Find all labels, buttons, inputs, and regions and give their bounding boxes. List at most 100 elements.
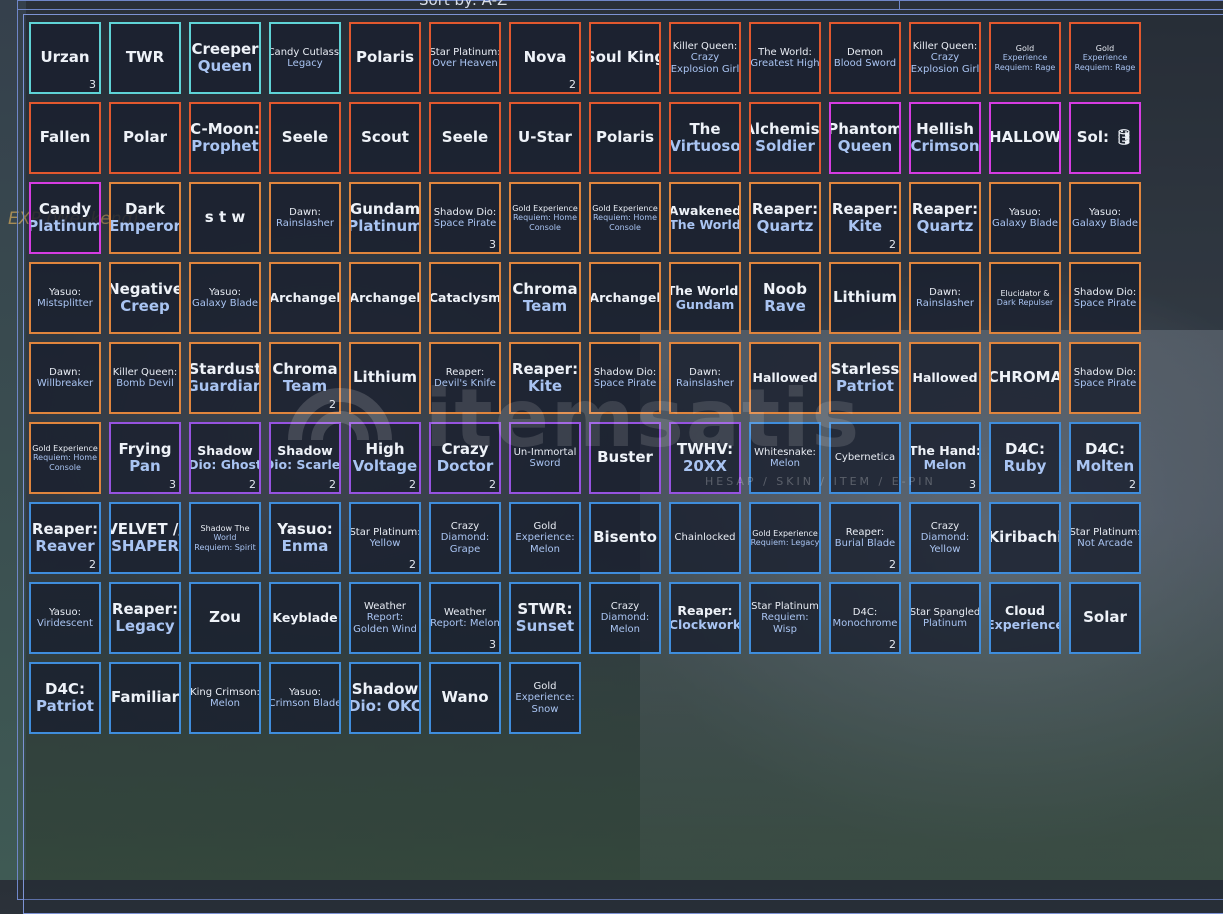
inventory-item[interactable]: Awakened The World <box>669 182 741 254</box>
inventory-item[interactable]: Killer Queen: Bomb Devil <box>109 342 181 414</box>
inventory-item[interactable]: Cybernetica <box>829 422 901 494</box>
inventory-item[interactable]: Sol: 🛢 <box>1069 102 1141 174</box>
inventory-item[interactable]: Archangel <box>269 262 341 334</box>
inventory-item[interactable]: Cataclysm <box>429 262 501 334</box>
inventory-item[interactable]: ShadowDio: Scarlet 2 <box>269 422 341 494</box>
inventory-item[interactable]: Reaper: Kite 2 <box>829 182 901 254</box>
inventory-item[interactable]: Bisento <box>589 502 661 574</box>
inventory-item[interactable]: Shadow Dio: Space Pirate 3 <box>429 182 501 254</box>
inventory-item[interactable]: Polaris <box>349 22 421 94</box>
inventory-item[interactable]: D4C: Monochrome 2 <box>829 582 901 654</box>
inventory-item[interactable]: Gold Experience Requiem: Legacy <box>749 502 821 574</box>
inventory-item[interactable]: Polar <box>109 102 181 174</box>
inventory-item[interactable]: Shadow Dio: Space Pirate <box>589 342 661 414</box>
inventory-item[interactable]: s t w <box>189 182 261 254</box>
sort-bar[interactable]: Sort by: A-Z <box>17 0 1223 10</box>
inventory-item[interactable]: Star Platinum Requiem: Wisp <box>749 582 821 654</box>
inventory-item[interactable]: Gold Experience: Melon <box>509 502 581 574</box>
inventory-item[interactable]: Killer Queen: Crazy Explosion Girl <box>909 22 981 94</box>
inventory-item[interactable]: Crazy Diamond: Grape <box>429 502 501 574</box>
inventory-item[interactable]: AlchemistSoldier <box>749 102 821 174</box>
inventory-item[interactable]: Familiar <box>109 662 181 734</box>
inventory-item[interactable]: Elucidator & Dark Repulser <box>989 262 1061 334</box>
inventory-item[interactable]: Solar <box>1069 582 1141 654</box>
inventory-item[interactable]: The World: Greatest High <box>749 22 821 94</box>
inventory-item[interactable]: Fallen <box>29 102 101 174</box>
inventory-item[interactable]: Polaris <box>589 102 661 174</box>
inventory-item[interactable]: Star Platinum: Over Heaven <box>429 22 501 94</box>
inventory-item[interactable]: Chainlocked <box>669 502 741 574</box>
inventory-item[interactable]: Negative Creep <box>109 262 181 334</box>
inventory-item[interactable]: High Voltage 2 <box>349 422 421 494</box>
inventory-item[interactable]: Gold Experience: Snow <box>509 662 581 734</box>
inventory-item[interactable]: Gold Experience Requiem: Rage <box>1069 22 1141 94</box>
inventory-item[interactable]: HALLOW <box>989 102 1061 174</box>
inventory-item[interactable]: Chroma Team 2 <box>269 342 341 414</box>
inventory-item[interactable]: Reaper: Clockwork <box>669 582 741 654</box>
inventory-item[interactable]: Reaper: Burial Blade 2 <box>829 502 901 574</box>
inventory-item[interactable]: Whitesnake: Melon <box>749 422 821 494</box>
inventory-item[interactable]: Star Platinum: Yellow 2 <box>349 502 421 574</box>
inventory-item[interactable]: King Crimson: Melon <box>189 662 261 734</box>
inventory-item[interactable]: Lithium <box>829 262 901 334</box>
inventory-item[interactable]: D4C: Ruby <box>989 422 1061 494</box>
inventory-item[interactable]: Kiribachi <box>989 502 1061 574</box>
inventory-item[interactable]: Hallowed <box>909 342 981 414</box>
inventory-item[interactable]: Gold Experience Requiem: Home Console <box>589 182 661 254</box>
inventory-item[interactable]: Yasuo: Galaxy Blade <box>189 262 261 334</box>
inventory-item[interactable]: Crazy Diamond: Melon <box>589 582 661 654</box>
inventory-item[interactable]: Dawn: Rainslasher <box>669 342 741 414</box>
inventory-item[interactable]: Phantom Queen <box>829 102 901 174</box>
inventory-item[interactable]: Yasuo: Viridescent <box>29 582 101 654</box>
inventory-item[interactable]: Frying Pan 3 <box>109 422 181 494</box>
inventory-item[interactable]: Buster <box>589 422 661 494</box>
inventory-item[interactable]: VELVET //SHAPER <box>109 502 181 574</box>
inventory-item[interactable]: Weather Report: Golden Wind <box>349 582 421 654</box>
inventory-item[interactable]: Seele <box>429 102 501 174</box>
inventory-item[interactable]: Zou <box>189 582 261 654</box>
inventory-item[interactable]: Cloud Experience <box>989 582 1061 654</box>
inventory-item[interactable]: TWR <box>109 22 181 94</box>
inventory-item[interactable]: Dawn: Rainslasher <box>909 262 981 334</box>
inventory-item[interactable]: Yasuo: Galaxy Blade <box>1069 182 1141 254</box>
inventory-item[interactable]: Yasuo: Galaxy Blade <box>989 182 1061 254</box>
inventory-item[interactable]: C-Moon: Prophet <box>189 102 261 174</box>
inventory-item[interactable]: U-Star <box>509 102 581 174</box>
inventory-item[interactable]: Reaper: Quartz <box>749 182 821 254</box>
inventory-item[interactable]: Reaper: Devil's Knife <box>429 342 501 414</box>
inventory-item[interactable]: Gold Experience Requiem: Rage <box>989 22 1061 94</box>
inventory-item[interactable]: Star Spangled Platinum <box>909 582 981 654</box>
inventory-item[interactable]: Shadow Dio: Ghost 2 <box>189 422 261 494</box>
inventory-item[interactable]: D4C: Patriot <box>29 662 101 734</box>
inventory-item[interactable]: TWHV: 20XX <box>669 422 741 494</box>
sort-label[interactable]: Sort by: A-Z <box>419 0 507 9</box>
inventory-item[interactable]: Archangel <box>589 262 661 334</box>
inventory-item[interactable]: Hellish Crimson <box>909 102 981 174</box>
inventory-item[interactable]: Reaper: Reaver 2 <box>29 502 101 574</box>
inventory-item[interactable]: Keyblade <box>269 582 341 654</box>
inventory-item[interactable]: The World: Gundam <box>669 262 741 334</box>
inventory-item[interactable]: D4C: Molten 2 <box>1069 422 1141 494</box>
inventory-item[interactable]: Gold Experience Requiem: Home Console <box>509 182 581 254</box>
inventory-item[interactable]: Archangel <box>349 262 421 334</box>
inventory-item[interactable]: Demon Blood Sword <box>829 22 901 94</box>
inventory-item[interactable]: Nova 2 <box>509 22 581 94</box>
inventory-item[interactable]: Shadow Dio: Space Pirate <box>1069 342 1141 414</box>
inventory-item[interactable]: Scout <box>349 102 421 174</box>
inventory-item[interactable]: Dawn: Rainslasher <box>269 182 341 254</box>
inventory-item[interactable]: Stardust Guardian <box>189 342 261 414</box>
inventory-item[interactable]: Lithium <box>349 342 421 414</box>
inventory-item[interactable]: Creeper Queen <box>189 22 261 94</box>
inventory-item[interactable]: The Virtuoso <box>669 102 741 174</box>
inventory-item[interactable]: Crazy Doctor 2 <box>429 422 501 494</box>
inventory-item[interactable]: Yasuo: Enma <box>269 502 341 574</box>
inventory-item[interactable]: Candy Cutlass: Legacy <box>269 22 341 94</box>
inventory-item[interactable]: Urzan 3 <box>29 22 101 94</box>
inventory-item[interactable]: Seele <box>269 102 341 174</box>
inventory-item[interactable]: Reaper: Kite <box>509 342 581 414</box>
inventory-item[interactable]: Gundam Platinum <box>349 182 421 254</box>
inventory-item[interactable]: Starless Patriot <box>829 342 901 414</box>
inventory-item[interactable]: Shadow Dio: OKC <box>349 662 421 734</box>
inventory-item[interactable]: Gold Experience Requiem: Home Console <box>29 422 101 494</box>
inventory-item[interactable]: Reaper: Legacy <box>109 582 181 654</box>
